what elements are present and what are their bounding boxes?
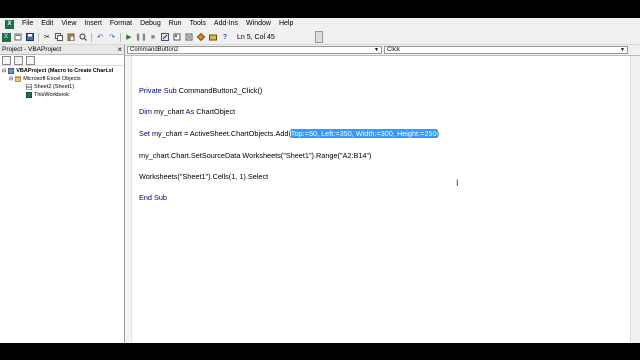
paste-icon[interactable] [67, 33, 76, 42]
code-line-1[interactable]: Private Sub CommandButton2_Click() [139, 86, 262, 95]
chevron-down-icon: ▼ [620, 47, 625, 53]
folder-icon [15, 76, 22, 82]
menu-run[interactable]: Run [165, 18, 186, 30]
tree-item-thisworkbook[interactable]: ThisWorkbook [26, 91, 69, 99]
redo-icon[interactable]: ↷ [108, 33, 117, 42]
object-dropdown[interactable]: CommandButton2 ▼ [127, 46, 382, 54]
sheet-icon [26, 84, 32, 90]
menu-bar: X File Edit View Insert Format Debug Run… [0, 18, 640, 30]
menu-insert[interactable]: Insert [80, 18, 106, 30]
menu-view[interactable]: View [57, 18, 80, 30]
menu-edit[interactable]: Edit [37, 18, 57, 30]
excel-icon[interactable]: X [1, 32, 11, 42]
code-line-5[interactable]: Worksheets("Sheet1").Cells(1, 1).Select [139, 172, 268, 181]
code-line-2[interactable]: Dim my_chart As ChartObject [139, 107, 235, 116]
menu-file[interactable]: File [18, 18, 37, 30]
toggle-folders-icon[interactable] [26, 55, 35, 65]
menu-debug[interactable]: Debug [136, 18, 165, 30]
menu-add-ins[interactable]: Add-Ins [210, 18, 242, 30]
run-icon[interactable]: ▶ [125, 33, 134, 42]
collapse-icon[interactable]: ⊟ [2, 67, 6, 75]
cursor-position-status: Ln 5, Col 45 [237, 33, 275, 41]
procedure-dropdown[interactable]: Click ▼ [384, 46, 628, 54]
undo-icon[interactable]: ↶ [96, 33, 105, 42]
toolbar-separator [91, 32, 92, 42]
menu-format[interactable]: Format [106, 18, 136, 30]
letterbox-bar [0, 343, 640, 360]
menu-help[interactable]: Help [275, 18, 297, 30]
insert-icon[interactable] [14, 33, 23, 42]
properties-icon[interactable] [185, 33, 194, 42]
cut-icon[interactable]: ✂ [43, 33, 52, 42]
vba-project-icon [8, 68, 15, 74]
vertical-scrollbar[interactable] [630, 56, 640, 343]
tree-item-sheet2[interactable]: Sheet2 (Sheet1) [26, 83, 74, 91]
find-icon[interactable] [79, 33, 88, 42]
save-icon[interactable] [26, 33, 35, 42]
code-area[interactable]: Private Sub CommandButton2_Click() Dim m… [125, 56, 630, 343]
vba-editor-window: X File Edit View Insert Format Debug Run… [0, 18, 640, 343]
view-object-icon[interactable] [14, 55, 23, 65]
code-window: CommandButton2 ▼ Click ▼ Private Sub Com… [125, 45, 640, 343]
toolbar-separator [38, 32, 39, 42]
menu-window[interactable]: Window [242, 18, 275, 30]
break-icon[interactable]: ❚❚ [135, 33, 147, 42]
collapse-icon[interactable]: ⊟ [9, 75, 13, 83]
excel-icon[interactable]: X [5, 19, 14, 29]
workbook-icon [26, 92, 32, 98]
toolbar-handle[interactable] [314, 31, 323, 43]
code-line-3[interactable]: Set my_chart = ActiveSheet.ChartObjects.… [139, 129, 439, 138]
project-pane-titlebar: Project - VBAProject × [0, 45, 124, 55]
code-window-header: CommandButton2 ▼ Click ▼ [125, 45, 640, 56]
standard-toolbar: X ✂ ↶ ↷ ▶ ❚❚ ■ ? Ln 5, Col 45 [0, 30, 640, 45]
chevron-down-icon: ▼ [374, 47, 379, 53]
code-line-6[interactable]: End Sub [139, 193, 167, 202]
menu-tools[interactable]: Tools [186, 18, 210, 30]
tree-item-vbaproject[interactable]: ⊟ VBAProject (Macro to Create Chart.xl [2, 67, 113, 75]
copy-icon[interactable] [55, 33, 64, 42]
toolbox-icon[interactable] [209, 33, 218, 42]
selected-text[interactable]: Top:=50, Left:=350, Width:=300, Height:=… [290, 129, 437, 138]
toolbar-separator [120, 32, 121, 42]
reset-icon[interactable]: ■ [149, 33, 158, 42]
close-icon[interactable]: × [117, 45, 122, 54]
help-icon[interactable]: ? [221, 33, 230, 42]
project-explorer-icon[interactable] [173, 33, 182, 42]
project-explorer-pane: Project - VBAProject × ⊟ VBAProject (Mac… [0, 45, 125, 343]
object-browser-icon[interactable] [197, 33, 206, 42]
design-mode-icon[interactable] [161, 33, 170, 42]
project-pane-toolbar [0, 55, 124, 66]
project-pane-title: Project - VBAProject [2, 46, 62, 53]
mouse-cursor-icon: I [456, 178, 459, 188]
tree-item-excel-objects[interactable]: ⊟ Microsoft Excel Objects [9, 75, 81, 83]
code-margin-bar[interactable] [125, 56, 132, 343]
code-line-4[interactable]: my_chart.Chart.SetSourceData Worksheets(… [139, 151, 371, 160]
view-code-icon[interactable] [2, 55, 11, 65]
